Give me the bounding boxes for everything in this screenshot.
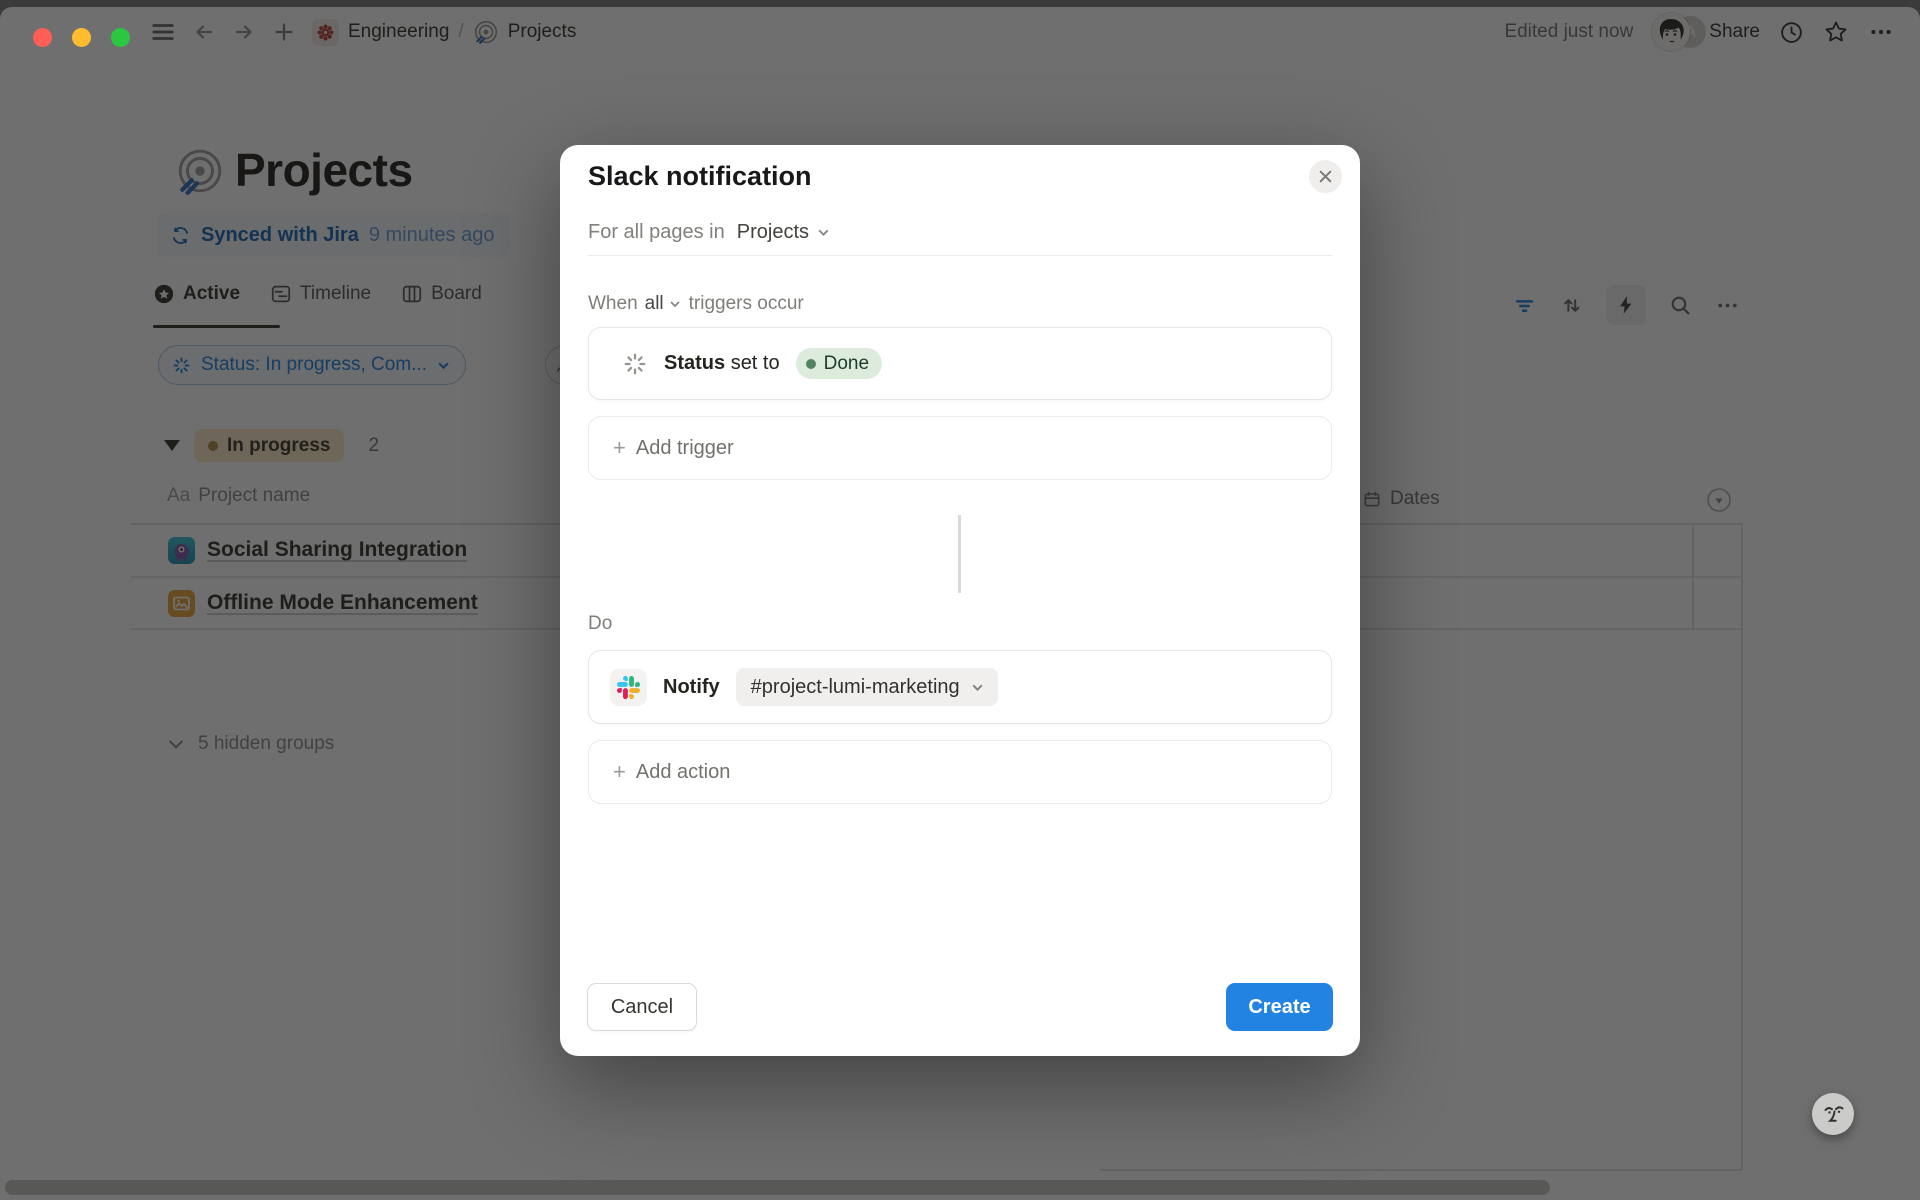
dialog-divider: [588, 255, 1332, 256]
close-dialog-button[interactable]: [1309, 160, 1342, 193]
cancel-button[interactable]: Cancel: [587, 983, 697, 1031]
when-suffix: triggers occur: [689, 293, 804, 315]
zoom-window-button[interactable]: [111, 28, 130, 47]
when-prefix: When: [588, 293, 638, 315]
channel-dropdown[interactable]: #project-lumi-marketing: [736, 668, 998, 706]
chevron-down-icon: [668, 297, 682, 311]
trigger-verb: set to: [731, 352, 780, 374]
dialog-title: Slack notification: [588, 161, 812, 192]
when-row: When all triggers occur: [588, 291, 804, 317]
ai-assistant-button[interactable]: [1812, 1093, 1854, 1135]
when-mode-dropdown[interactable]: all: [645, 293, 682, 315]
close-icon: [1318, 169, 1333, 184]
window-controls: [33, 28, 130, 47]
add-action-button[interactable]: + Add action: [588, 740, 1332, 804]
create-button[interactable]: Create: [1226, 983, 1333, 1031]
ai-face-icon: [1816, 1097, 1850, 1131]
add-trigger-button[interactable]: + Add trigger: [588, 416, 1332, 480]
scope-row: For all pages in Projects: [588, 217, 831, 247]
app-window: Engineering / Projects Edited just now A: [0, 0, 1920, 1200]
scope-dropdown[interactable]: Projects: [737, 221, 831, 244]
done-status-dot: [806, 359, 816, 369]
chevron-down-icon: [970, 680, 985, 695]
slack-notification-dialog: Slack notification For all pages in Proj…: [560, 145, 1360, 1056]
action-verb: Notify: [663, 676, 720, 699]
trigger-card[interactable]: Status set to Done: [588, 327, 1332, 400]
chevron-down-icon: [816, 225, 831, 240]
trigger-property: Status: [664, 352, 725, 374]
flow-connector-line: [958, 515, 961, 593]
plus-icon: +: [613, 435, 626, 461]
close-window-button[interactable]: [33, 28, 52, 47]
status-property-icon: [622, 351, 648, 377]
scope-prefix: For all pages in: [588, 221, 725, 244]
slack-icon: [610, 669, 647, 706]
minimize-window-button[interactable]: [72, 28, 91, 47]
plus-icon: +: [613, 759, 626, 785]
trigger-value-pill[interactable]: Done: [796, 348, 882, 379]
action-card[interactable]: Notify #project-lumi-marketing: [588, 650, 1332, 724]
do-label: Do: [588, 613, 612, 635]
